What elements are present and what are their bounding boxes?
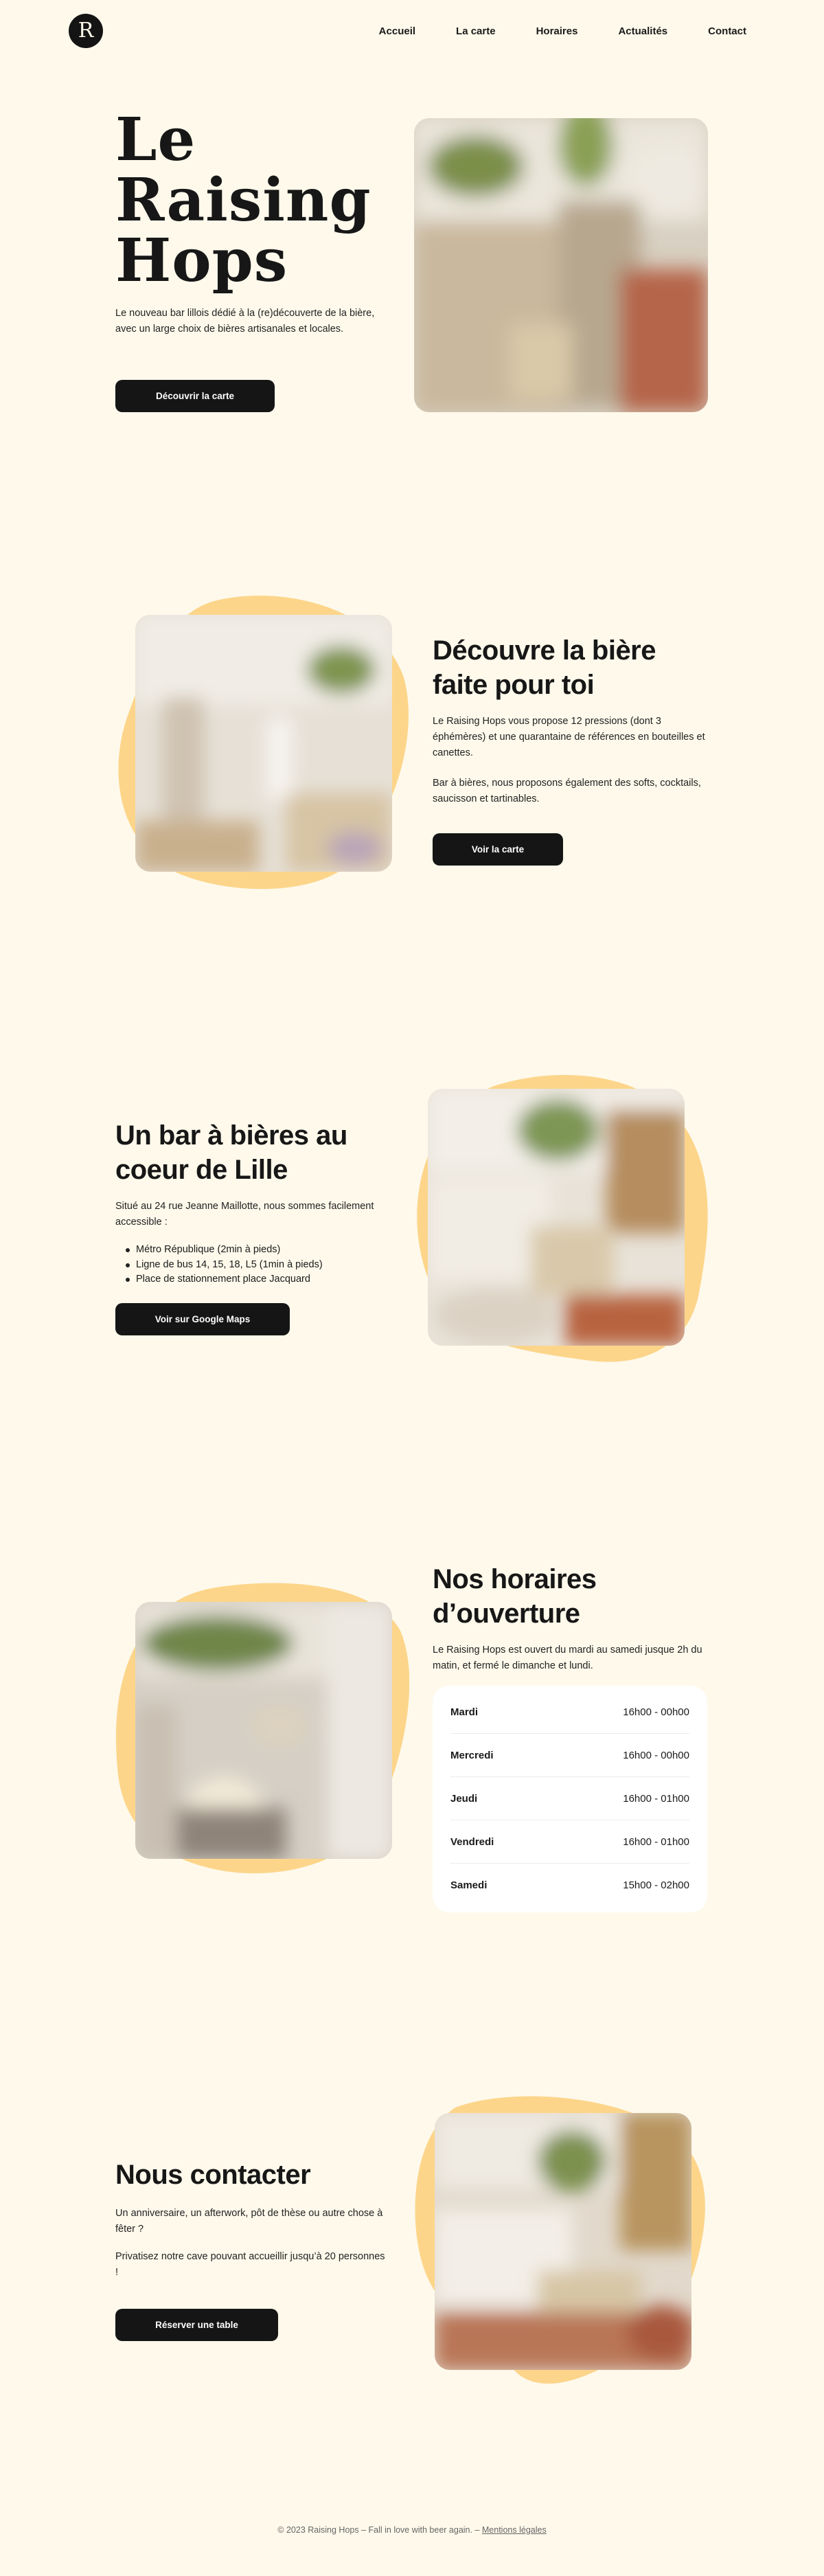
top-nav: R Accueil La carte Horaires Actualités C… (0, 14, 824, 48)
beer-section-title: Découvre la bière faite pour toi (433, 635, 656, 700)
hours-section-title: Nos horaires d’ouverture (433, 1564, 597, 1629)
location-section-photo (428, 1089, 685, 1346)
hours-row: Jeudi 16h00 - 01h00 (450, 1777, 689, 1820)
see-menu-button[interactable]: Voir la carte (433, 833, 563, 866)
hero-title-line: Hops (115, 226, 288, 295)
beer-section-photo (135, 615, 392, 872)
list-item: Ligne de bus 14, 15, 18, L5 (1min à pied… (124, 1258, 398, 1273)
time-value: 16h00 - 00h00 (623, 1749, 689, 1761)
list-item: Place de stationnement place Jacquard (124, 1272, 398, 1287)
hero-photo (414, 118, 708, 412)
nav-link-accueil[interactable]: Accueil (379, 25, 415, 37)
nav-link-contact[interactable]: Contact (708, 25, 746, 37)
hours-row: Vendredi 16h00 - 01h00 (450, 1820, 689, 1864)
contact-section-title: Nous contacter (115, 2160, 311, 2190)
hero-text: Le nouveau bar lillois dédié à la (re)dé… (115, 308, 375, 335)
contact-section-text: Un anniversaire, un afterwork, pôt de th… (115, 2208, 383, 2235)
time-value: 16h00 - 01h00 (623, 1792, 689, 1805)
hero-title-line: Le (115, 105, 196, 174)
location-section-text: Situé au 24 rue Jeanne Maillotte, nous s… (115, 1201, 374, 1228)
contact-section-photo (435, 2113, 691, 2370)
hours-section-photo (135, 1602, 392, 1859)
hours-table: Mardi 16h00 - 00h00 Mercredi 16h00 - 00h… (433, 1686, 707, 1912)
day-label: Mardi (450, 1706, 479, 1718)
hero-title-line: Raising (115, 166, 371, 235)
list-item: Métro République (2min à pieds) (124, 1243, 398, 1258)
beer-section-text-2: Bar à bières, nous proposons également d… (433, 778, 701, 804)
day-label: Mercredi (450, 1749, 494, 1761)
legal-notice-link[interactable]: Mentions légales (482, 2525, 547, 2535)
footer-copyright: © 2023 Raising Hops – Fall in love with … (277, 2525, 480, 2535)
beer-section-text: Le Raising Hops vous propose 12 pression… (433, 716, 705, 758)
book-table-button[interactable]: Réserver une table (115, 2309, 278, 2341)
location-section-title: Un bar à bières au coeur de Lille (115, 1120, 347, 1185)
hours-row: Mercredi 16h00 - 00h00 (450, 1734, 689, 1777)
logo[interactable]: R (69, 14, 103, 48)
footer: © 2023 Raising Hops – Fall in love with … (0, 2525, 824, 2535)
nav-link-horaires[interactable]: Horaires (536, 25, 578, 37)
time-value: 15h00 - 02h00 (623, 1879, 689, 1891)
hero-title: Le Raising Hops (115, 105, 371, 295)
nav-links: Accueil La carte Horaires Actualités Con… (379, 14, 746, 48)
discover-menu-button[interactable]: Découvrir la carte (115, 380, 275, 412)
day-label: Jeudi (450, 1792, 478, 1805)
hours-row: Mardi 16h00 - 00h00 (450, 1691, 689, 1734)
time-value: 16h00 - 01h00 (623, 1835, 689, 1848)
google-maps-button[interactable]: Voir sur Google Maps (115, 1303, 290, 1335)
access-list: Métro République (2min à pieds) Ligne de… (124, 1243, 398, 1287)
nav-link-la-carte[interactable]: La carte (456, 25, 496, 37)
contact-section-text-2: Privatisez notre cave pouvant accueillir… (115, 2251, 385, 2278)
hours-section-text: Le Raising Hops est ouvert du mardi au s… (433, 1645, 702, 1671)
nav-link-actualites[interactable]: Actualités (618, 25, 667, 37)
hours-row: Samedi 15h00 - 02h00 (450, 1864, 689, 1907)
day-label: Vendredi (450, 1835, 494, 1848)
day-label: Samedi (450, 1879, 488, 1891)
time-value: 16h00 - 00h00 (623, 1706, 689, 1718)
